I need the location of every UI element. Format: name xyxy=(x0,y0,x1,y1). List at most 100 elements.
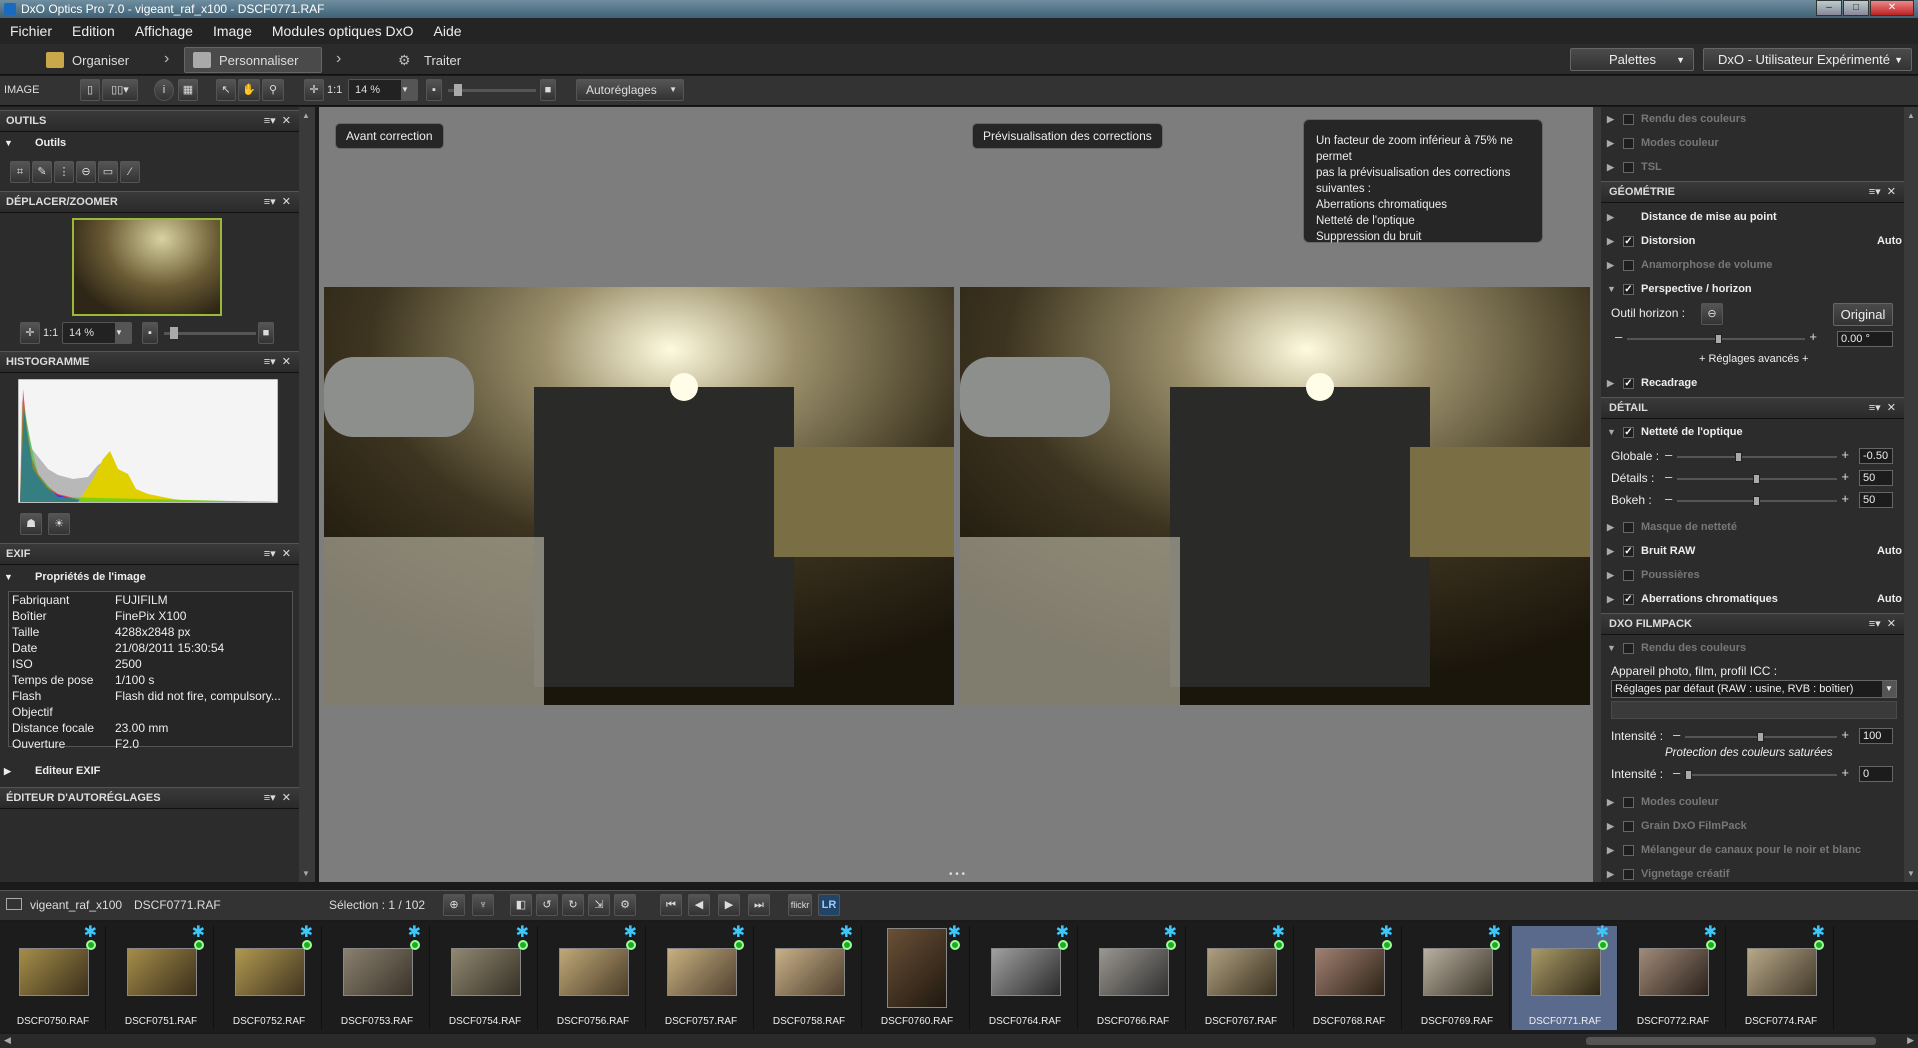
thumbnail[interactable]: ✱ DSCF0774.RAF xyxy=(1728,925,1834,1030)
process-icon[interactable]: ⚙ xyxy=(614,894,636,916)
thumbnail[interactable]: ✱ DSCF0758.RAF xyxy=(756,925,862,1030)
thumbnail[interactable]: ✱ DSCF0767.RAF xyxy=(1188,925,1294,1030)
thumbnail[interactable]: ✱ DSCF0753.RAF xyxy=(324,925,430,1030)
rotate-right-icon[interactable]: ↻ xyxy=(562,894,584,916)
thumbnail[interactable]: ✱ DSCF0750.RAF xyxy=(0,925,106,1030)
bokeh-input[interactable]: 50 xyxy=(1859,492,1893,508)
zoom-icon[interactable]: ⚲ xyxy=(262,79,284,101)
scrollbar-thumb[interactable] xyxy=(1586,1037,1876,1045)
zoom-slider-knob[interactable] xyxy=(454,84,462,96)
navigator-thumbnail[interactable] xyxy=(72,218,222,316)
zoom-in-icon[interactable]: ■ xyxy=(258,322,274,344)
thumbnail[interactable]: ✱ DSCF0772.RAF xyxy=(1620,925,1726,1030)
minus-icon[interactable]: – xyxy=(1665,491,1672,506)
checkbox[interactable] xyxy=(1623,643,1634,654)
zoom-out-icon[interactable]: ▪ xyxy=(426,79,442,101)
original-button[interactable]: Original xyxy=(1833,303,1893,326)
filter-icon[interactable]: ⊕ xyxy=(443,894,465,916)
distance-item[interactable]: ▶ Distance de mise au point xyxy=(1601,207,1904,227)
eyedropper-icon[interactable]: ⁄ xyxy=(120,161,140,183)
checkbox[interactable] xyxy=(1623,869,1634,880)
tab-personnaliser[interactable]: Personnaliser xyxy=(184,47,322,73)
thumbnail[interactable]: ✱ DSCF0768.RAF xyxy=(1296,925,1402,1030)
checkbox[interactable] xyxy=(1623,797,1634,808)
slider-knob[interactable] xyxy=(1715,334,1722,344)
checkbox-checked[interactable]: ✓ xyxy=(1623,378,1634,389)
zoom-slider[interactable] xyxy=(164,327,256,339)
globale-slider[interactable]: – + xyxy=(1665,447,1849,463)
intensite2-slider[interactable]: – + xyxy=(1673,765,1849,781)
minus-icon[interactable]: – xyxy=(1673,727,1680,742)
close-button[interactable]: ✕ xyxy=(1870,0,1914,16)
thumbnail[interactable]: ✱ DSCF0757.RAF xyxy=(648,925,754,1030)
intensite-input[interactable]: 100 xyxy=(1859,728,1893,744)
horizon-slider[interactable]: – + xyxy=(1615,329,1817,345)
filmstrip-scrollbar[interactable]: ◀ ▶ xyxy=(0,1034,1918,1048)
pin-icon[interactable]: ♆ xyxy=(472,894,494,916)
scroll-right-icon[interactable]: ▶ xyxy=(1907,1035,1914,1046)
checkbox[interactable] xyxy=(1623,114,1634,125)
modes-couleur-item[interactable]: ▶ Modes couleur xyxy=(1601,133,1904,153)
thumbnail[interactable]: ✱ DSCF0754.RAF xyxy=(432,925,538,1030)
poussieres-item[interactable]: ▶ Poussières xyxy=(1601,565,1904,585)
menu-edition[interactable]: Edition xyxy=(62,23,125,39)
select-arrow-icon[interactable]: ↖ xyxy=(216,79,236,101)
flickr-icon[interactable]: flickr xyxy=(788,894,812,916)
compare-view-icon[interactable]: ▯▯▾ xyxy=(102,79,138,101)
rendu-couleurs-item[interactable]: ▶ Rendu des couleurs xyxy=(1601,109,1904,129)
plus-icon[interactable]: + xyxy=(1841,765,1849,780)
palettes-dropdown[interactable]: Palettes ▼ xyxy=(1570,48,1694,71)
single-view-icon[interactable]: ▯ xyxy=(80,79,100,101)
preview-image[interactable] xyxy=(960,287,1590,705)
crop-icon[interactable]: ⌗ xyxy=(10,161,30,183)
grain-item[interactable]: ▶ Grain DxO FilmPack xyxy=(1601,816,1904,836)
globale-input[interactable]: -0.50 xyxy=(1859,448,1893,464)
minus-icon[interactable]: – xyxy=(1615,329,1622,344)
nettete-item[interactable]: ▼ ✓ Netteté de l'optique xyxy=(1601,422,1904,442)
bruit-item[interactable]: ▶ ✓ Bruit RAW Auto xyxy=(1601,541,1904,561)
tsl-item[interactable]: ▶ TSL xyxy=(1601,157,1904,177)
next-icon[interactable]: ▶ xyxy=(718,894,740,916)
info-icon[interactable]: i xyxy=(154,79,174,101)
slider-knob[interactable] xyxy=(1753,496,1760,506)
panel-menu-icon[interactable]: ≡▾ ✕ xyxy=(264,544,291,564)
menu-image[interactable]: Image xyxy=(203,23,262,39)
intensite-slider[interactable]: – + xyxy=(1673,727,1849,743)
exif-properties-subheader[interactable]: ▼ Propriétés de l'image xyxy=(0,567,299,587)
aberrations-item[interactable]: ▶ ✓ Aberrations chromatiques Auto xyxy=(1601,589,1904,609)
checkbox-checked[interactable]: ✓ xyxy=(1623,236,1634,247)
slider-knob[interactable] xyxy=(1753,474,1760,484)
plus-icon[interactable]: + xyxy=(1841,727,1849,742)
scroll-down-icon[interactable]: ▼ xyxy=(302,869,310,878)
slider-knob[interactable] xyxy=(1685,770,1692,780)
before-image[interactable] xyxy=(324,287,954,705)
checkbox-checked[interactable]: ✓ xyxy=(1623,427,1634,438)
scroll-up-icon[interactable]: ▲ xyxy=(302,111,310,120)
highlight-clip-icon[interactable]: ☀ xyxy=(48,513,70,535)
right-splitter[interactable] xyxy=(1593,107,1601,882)
compare-icon[interactable]: ◧ xyxy=(510,894,532,916)
tab-traiter[interactable]: ⚙ Traiter xyxy=(390,47,490,73)
advanced-settings-link[interactable]: + Réglages avancés + xyxy=(1699,353,1808,365)
scroll-down-icon[interactable]: ▼ xyxy=(1907,869,1915,878)
workspace-dropdown[interactable]: DxO - Utilisateur Expérimenté ▼ xyxy=(1703,48,1912,71)
masque-item[interactable]: ▶ Masque de netteté xyxy=(1601,517,1904,537)
exif-editor-subheader[interactable]: ▶ Editeur EXIF xyxy=(0,761,299,781)
first-icon[interactable]: ⏮ xyxy=(660,894,682,916)
plus-icon[interactable]: + xyxy=(1809,329,1817,344)
intensite2-input[interactable]: 0 xyxy=(1859,766,1893,782)
details-input[interactable]: 50 xyxy=(1859,470,1893,486)
perspective-item[interactable]: ▼ ✓ Perspective / horizon xyxy=(1601,279,1904,299)
scroll-up-icon[interactable]: ▲ xyxy=(1907,111,1915,120)
panel-menu-icon[interactable]: ≡▾ ✕ xyxy=(264,192,291,212)
thumbnail[interactable]: ✱ DSCF0751.RAF xyxy=(108,925,214,1030)
vertical-lines-icon[interactable]: ⋮ xyxy=(54,161,74,183)
zoom-slider-knob[interactable] xyxy=(170,327,178,339)
checkbox-checked[interactable]: ✓ xyxy=(1623,546,1634,557)
menu-fichier[interactable]: Fichier xyxy=(0,23,62,39)
panel-menu-icon[interactable]: ≡▾ ✕ xyxy=(264,788,291,808)
one-to-one-button[interactable]: 1:1 xyxy=(327,84,342,96)
distorsion-item[interactable]: ▶ ✓ Distorsion Auto xyxy=(1601,231,1904,251)
zoom-slider[interactable] xyxy=(448,84,536,96)
thumbnail[interactable]: ✱ DSCF0752.RAF xyxy=(216,925,322,1030)
